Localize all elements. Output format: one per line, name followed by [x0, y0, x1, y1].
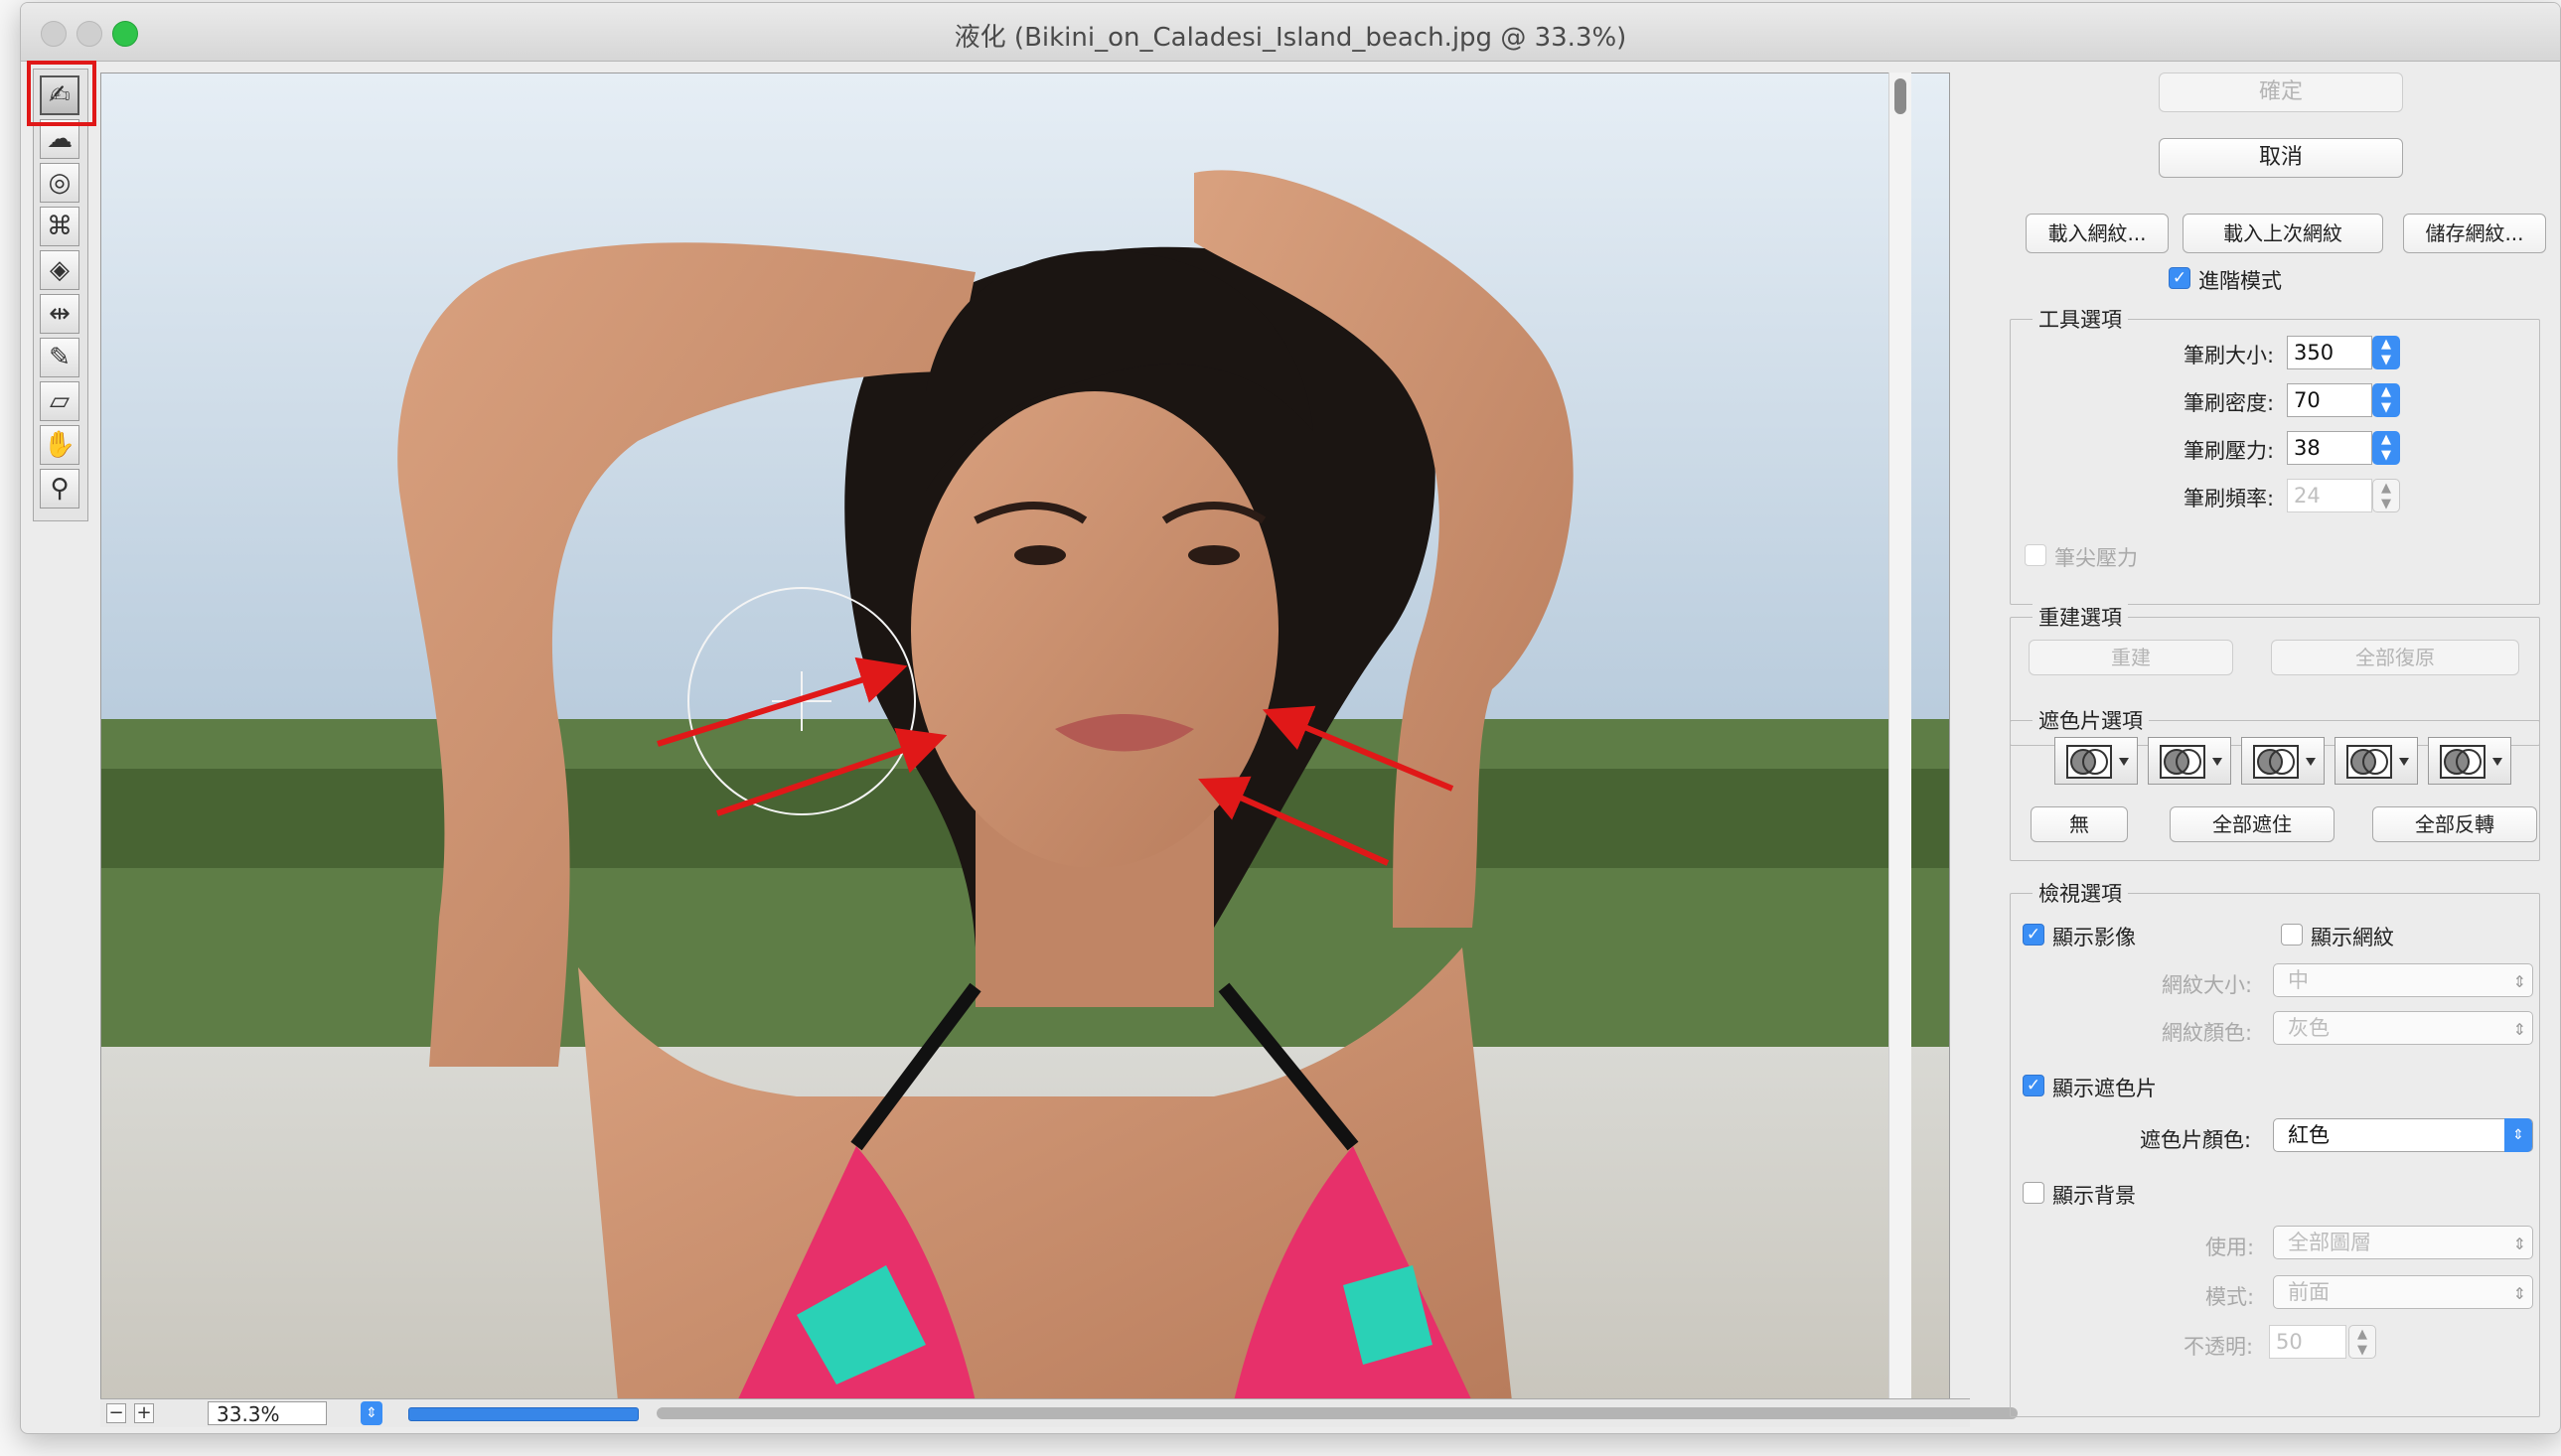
advanced-mode-label: 進階模式: [2198, 269, 2282, 293]
preview-canvas[interactable]: [100, 73, 1950, 1402]
brush-pressure-label: 筆刷壓力:: [2184, 439, 2275, 463]
reconstruct-options-title: 重建選項: [2033, 602, 2128, 632]
ok-button[interactable]: 確定: [2159, 73, 2403, 112]
view-options-group: 檢視選項 ✓ 顯示影像 顯示網紋 網紋大小: 中 ⇕ 網紋顏色: 灰色 ⇕ ✓ 顯示…: [2010, 878, 2540, 1417]
twirl-clockwise-tool-icon[interactable]: ◎: [40, 163, 79, 203]
push-left-tool-icon[interactable]: ⇹: [40, 294, 79, 334]
stylus-pressure-label: 筆尖壓力: [2054, 546, 2138, 570]
replace-selection-icon[interactable]: [2054, 737, 2138, 785]
status-bar: − + 33.3% ⇕: [100, 1398, 2018, 1427]
show-backdrop-checkbox[interactable]: [2023, 1182, 2044, 1204]
mesh-color-label: 網紋顏色:: [2162, 1021, 2253, 1045]
load-mesh-button[interactable]: 載入網紋...: [2026, 214, 2169, 253]
brush-density-field[interactable]: 70: [2287, 383, 2372, 417]
zoom-stepper-icon[interactable]: ⇕: [361, 1401, 382, 1425]
zoom-in-button[interactable]: +: [134, 1403, 154, 1423]
window-title: 液化 (Bikini_on_Caladesi_Island_beach.jpg …: [954, 23, 1627, 53]
opacity-field[interactable]: 50: [2269, 1325, 2346, 1359]
restore-all-button[interactable]: 全部復原: [2271, 640, 2519, 675]
mask-all-button[interactable]: 全部遮住: [2170, 806, 2335, 842]
invert-selection-icon[interactable]: [2428, 737, 2511, 785]
mesh-size-select[interactable]: 中 ⇕: [2273, 963, 2533, 997]
liquify-window: 液化 (Bikini_on_Caladesi_Island_beach.jpg …: [20, 2, 2561, 1434]
brush-pressure-stepper[interactable]: ▲ ▼: [2372, 431, 2400, 465]
reconstruct-button[interactable]: 重建: [2029, 640, 2233, 675]
thaw-mask-tool-icon[interactable]: ▱: [40, 381, 79, 421]
save-mesh-button[interactable]: 儲存網紋...: [2403, 214, 2546, 253]
show-mesh-label: 顯示網紋: [2311, 926, 2394, 949]
options-panel: 確定 取消 載入網紋... 載入上次網紋 儲存網紋... ✓ 進階模式 工具選項…: [1988, 63, 2560, 1433]
zoom-tool-icon[interactable]: ⚲: [40, 469, 79, 509]
mask-none-button[interactable]: 無: [2031, 806, 2128, 842]
brush-rate-field[interactable]: 24: [2287, 479, 2372, 512]
mask-color-label: 遮色片顏色:: [2140, 1128, 2252, 1152]
subtract-from-selection-icon[interactable]: [2241, 737, 2325, 785]
brush-size-stepper[interactable]: ▲ ▼: [2372, 336, 2400, 369]
show-mask-checkbox[interactable]: ✓: [2023, 1075, 2044, 1096]
brush-density-stepper[interactable]: ▲ ▼: [2372, 383, 2400, 417]
zoom-field[interactable]: 33.3%: [208, 1401, 327, 1426]
mask-mode-buttons: [2054, 737, 2511, 785]
mode-label: 模式:: [2205, 1285, 2255, 1309]
photo-preview: [101, 73, 1949, 1401]
mask-options-group: 遮色片選項 無 全部遮住 全部反轉: [2010, 705, 2540, 861]
brush-density-label: 筆刷密度:: [2184, 391, 2275, 415]
tool-options-group: 工具選項 筆刷大小: 350 ▲ ▼ 筆刷密度: 70 ▲ ▼ 筆刷壓力: 38 ▲…: [2010, 304, 2540, 605]
title-bar: 液化 (Bikini_on_Caladesi_Island_beach.jpg …: [21, 3, 2560, 62]
tools-palette: ✍ ☁ ◎ ⌘ ◈ ⇹ ✎ ▱ ✋ ⚲: [33, 69, 88, 521]
mask-color-select[interactable]: 紅色 ⇕: [2273, 1118, 2533, 1152]
stylus-pressure-checkbox[interactable]: [2025, 544, 2046, 566]
show-mesh-checkbox[interactable]: [2281, 924, 2303, 946]
hand-tool-icon[interactable]: ✋: [40, 425, 79, 465]
show-image-checkbox[interactable]: ✓: [2023, 924, 2044, 946]
brush-size-field[interactable]: 350: [2287, 336, 2372, 369]
opacity-label: 不透明:: [2184, 1335, 2254, 1359]
view-options-title: 檢視選項: [2033, 878, 2128, 908]
tool-options-title: 工具選項: [2033, 304, 2128, 334]
mesh-size-label: 網紋大小:: [2162, 973, 2253, 997]
brush-rate-stepper[interactable]: ▲ ▼: [2372, 479, 2400, 512]
vertical-scrollbar[interactable]: [1888, 73, 1911, 1400]
brush-size-label: 筆刷大小:: [2184, 344, 2275, 367]
bloat-tool-icon[interactable]: ◈: [40, 250, 79, 290]
invert-all-button[interactable]: 全部反轉: [2372, 806, 2537, 842]
mask-options-title: 遮色片選項: [2033, 705, 2149, 735]
brush-rate-label: 筆刷頻率:: [2184, 487, 2275, 510]
show-mask-label: 顯示遮色片: [2052, 1077, 2157, 1100]
mesh-color-select[interactable]: 灰色 ⇕: [2273, 1011, 2533, 1045]
show-backdrop-label: 顯示背景: [2052, 1184, 2136, 1208]
show-image-label: 顯示影像: [2052, 926, 2136, 949]
zoom-out-button[interactable]: −: [106, 1403, 126, 1423]
use-select[interactable]: 全部圖層 ⇕: [2273, 1226, 2533, 1259]
progress-bar: [408, 1407, 639, 1421]
opacity-stepper[interactable]: ▲ ▼: [2348, 1325, 2376, 1359]
active-tool-highlight: [27, 61, 96, 126]
cancel-button[interactable]: 取消: [2159, 138, 2403, 178]
brush-pressure-field[interactable]: 38: [2287, 431, 2372, 465]
use-label: 使用:: [2205, 1236, 2255, 1259]
advanced-mode-checkbox[interactable]: ✓: [2169, 267, 2190, 289]
horizontal-scrollbar[interactable]: [657, 1407, 2018, 1419]
mode-select[interactable]: 前面 ⇕: [2273, 1275, 2533, 1309]
freeze-mask-tool-icon[interactable]: ✎: [40, 338, 79, 377]
intersect-with-selection-icon[interactable]: [2335, 737, 2418, 785]
load-last-mesh-button[interactable]: 載入上次網紋: [2183, 214, 2383, 253]
add-to-selection-icon[interactable]: [2148, 737, 2231, 785]
vertical-scroll-thumb[interactable]: [1894, 78, 1906, 114]
pucker-tool-icon[interactable]: ⌘: [40, 207, 79, 246]
